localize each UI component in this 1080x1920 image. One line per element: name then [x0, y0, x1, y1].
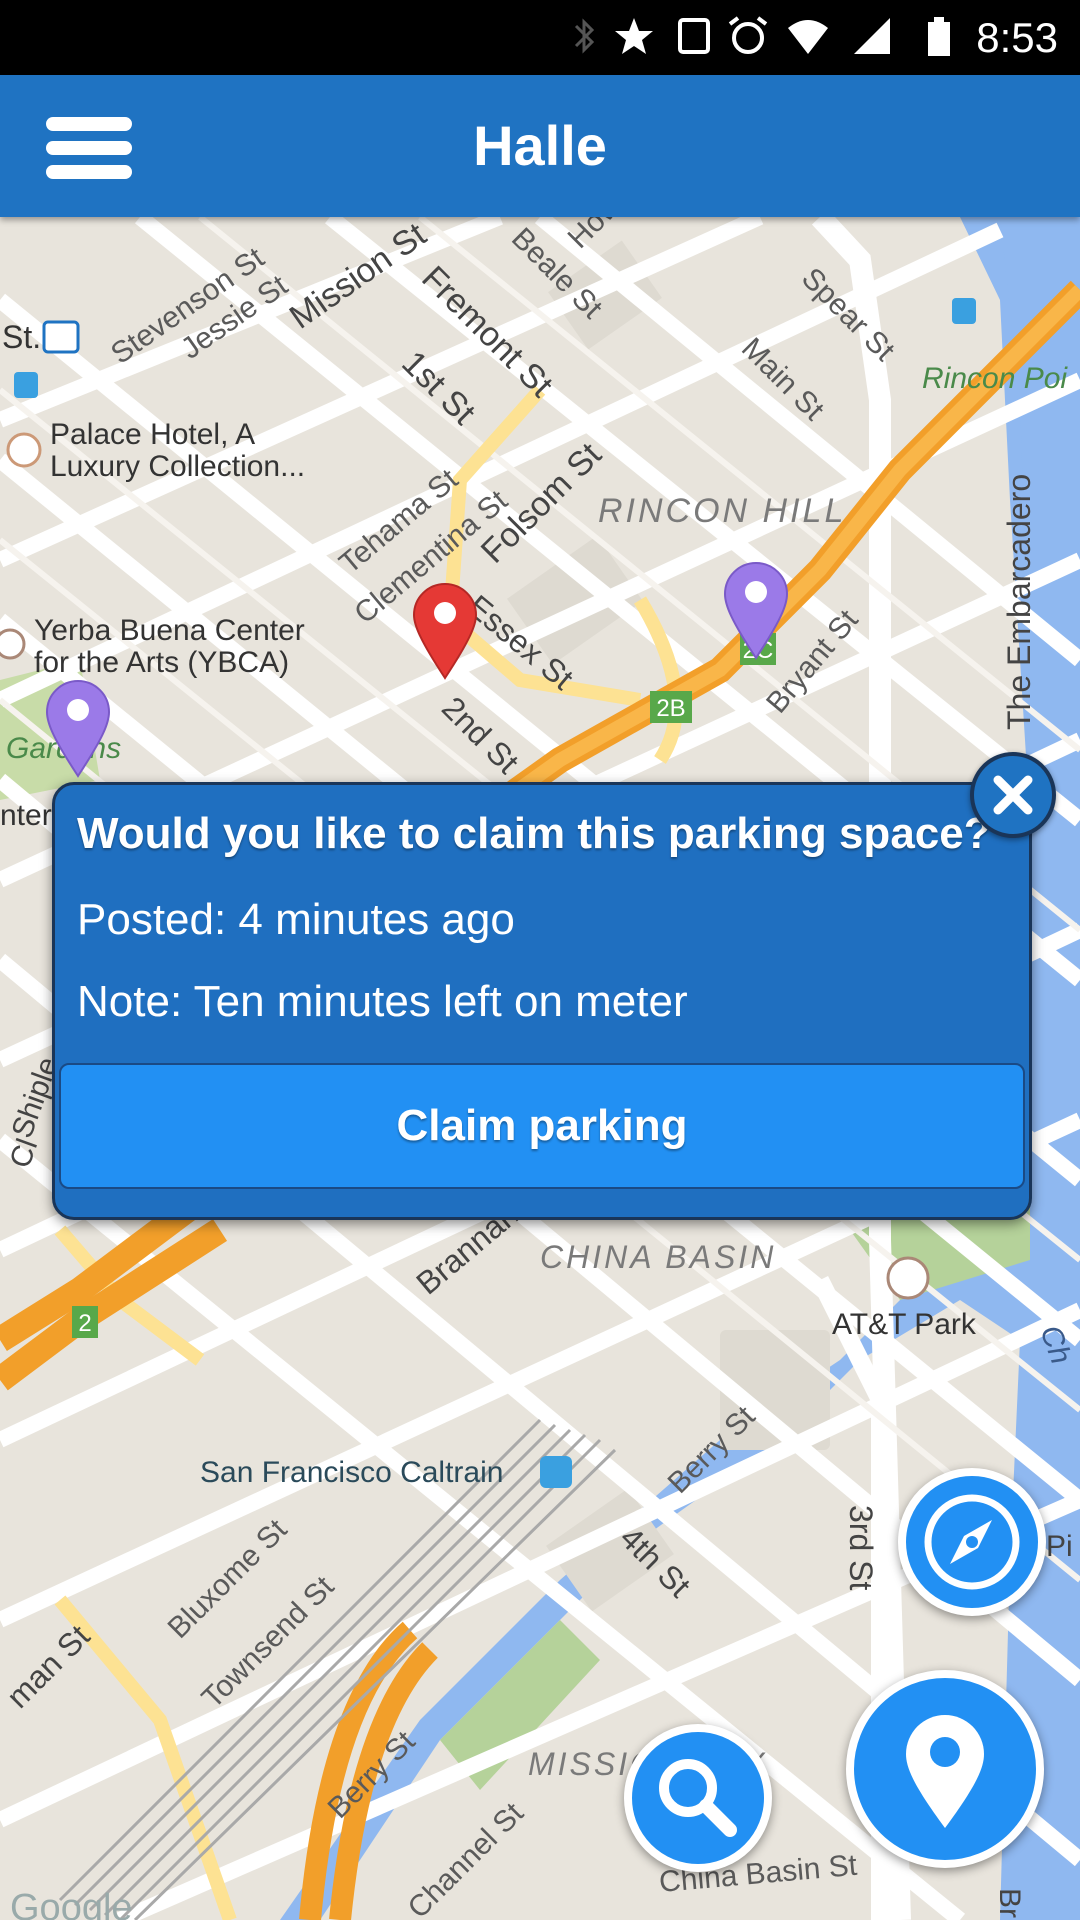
- clock: 8:53: [976, 14, 1058, 61]
- battery-icon: [928, 17, 950, 56]
- bart-icon: [42, 320, 80, 354]
- map-label: Palace Hotel, A: [50, 418, 255, 451]
- map-label: 2B: [656, 695, 685, 722]
- alarm-icon: [728, 16, 768, 54]
- map-label: CHINA BASIN: [540, 1239, 776, 1275]
- map-label: Yerba Buena Center: [34, 614, 305, 647]
- transit-icon: [14, 372, 38, 398]
- map-label: nter: [0, 799, 52, 832]
- vibrate-icon: [678, 18, 710, 54]
- close-icon[interactable]: [970, 752, 1056, 838]
- train-station-icon: [540, 1456, 572, 1488]
- map-label: RINCON HILL: [598, 492, 846, 530]
- hotel-icon: [6, 432, 42, 468]
- app-bar: Halle: [0, 75, 1080, 217]
- map-label: 2: [78, 1310, 91, 1337]
- stadium-icon: [886, 1256, 930, 1300]
- app-title: Halle: [473, 114, 607, 177]
- posted-time: Posted: 4 minutes ago: [77, 895, 515, 944]
- map-label: Luxury Collection...: [50, 450, 305, 483]
- google-logo: Google: [10, 1887, 133, 1920]
- transit-icon: [952, 298, 976, 324]
- location-pin-icon[interactable]: [846, 1670, 1044, 1868]
- signal-icon: [854, 18, 890, 54]
- map-label: AT&T Park: [832, 1308, 977, 1341]
- map-label: 3rd St: [843, 1505, 879, 1590]
- map-label: San Francisco Caltrain: [200, 1456, 503, 1489]
- claim-parking-button[interactable]: Claim parking: [59, 1063, 1025, 1189]
- search-icon[interactable]: [624, 1724, 772, 1872]
- museum-icon: [0, 628, 26, 660]
- compass-icon[interactable]: [898, 1468, 1046, 1616]
- status-bar: 8:53: [0, 0, 1080, 75]
- map-label: for the Arts (YBCA): [34, 646, 289, 679]
- dialog-question: Would you like to claim this parking spa…: [77, 809, 991, 858]
- map-label: The Embarcadero: [1001, 474, 1037, 730]
- wifi-icon: [788, 20, 828, 54]
- bluetooth-icon: [574, 18, 595, 54]
- claim-parking-dialog: Would you like to claim this parking spa…: [52, 782, 1032, 1220]
- map-label: St.: [2, 319, 41, 355]
- map-label: Pi: [1046, 1530, 1073, 1563]
- star-icon: [615, 18, 653, 54]
- parking-note: Note: Ten minutes left on meter: [77, 977, 688, 1026]
- map-label: Bri: [993, 1888, 1026, 1920]
- map-label: Rincon Poi: [922, 362, 1068, 395]
